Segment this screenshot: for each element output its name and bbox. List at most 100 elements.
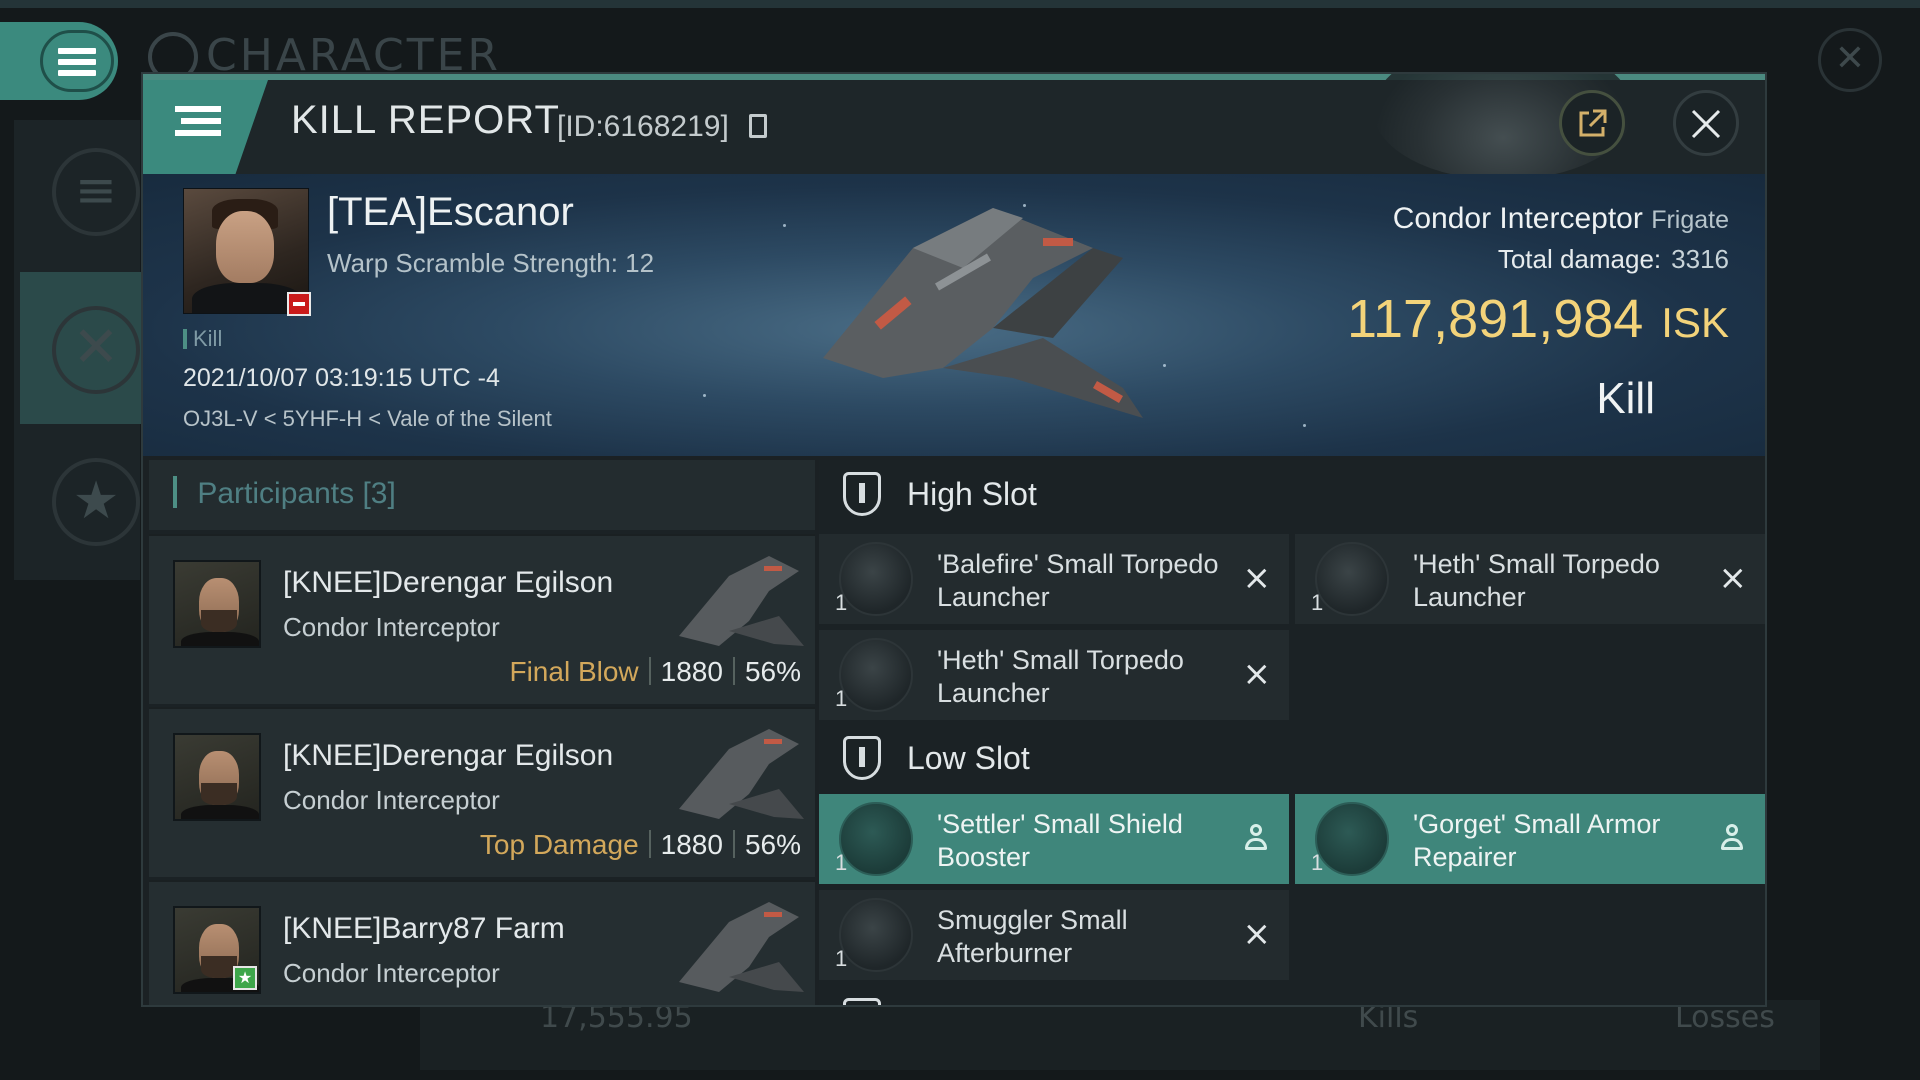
final-blow-tag: Final Blow	[509, 656, 639, 687]
participant-name: [KNEE]Derengar Egilson	[283, 739, 614, 772]
victim-ship-image	[823, 208, 1143, 418]
participant-ship: Condor Interceptor	[283, 958, 500, 988]
share-button[interactable]	[1559, 90, 1625, 156]
banner-star	[783, 224, 786, 227]
module-quantity: 1	[1311, 850, 1324, 875]
participants-title-text: Participants	[197, 477, 355, 510]
participants-header: Participants [3]	[149, 460, 815, 530]
banner-star	[703, 394, 706, 397]
low-slot-label: Low Slot	[907, 740, 1030, 776]
participant-ship-image	[679, 902, 804, 992]
mid-slot-icon	[843, 998, 881, 1005]
total-damage: Total damage: 3316	[1498, 244, 1729, 275]
module-item[interactable]: 1 'Balefire' Small Torpedo Launcher ×	[819, 534, 1289, 624]
participants-panel[interactable]: Participants [3] [KNEE]Derengar Egilson …	[149, 460, 815, 1005]
module-name: 'Gorget' Small Armor Repairer	[1413, 809, 1661, 872]
kill-report-modal: KILL REPORT [ID:6168219] [TEA]Escanor Wa…	[141, 72, 1767, 1007]
afterburner-icon	[839, 898, 913, 972]
hostile-badge-icon	[287, 292, 311, 316]
module-quantity: 1	[835, 850, 848, 875]
module-item[interactable]: 1 'Settler' Small Shield Booster	[819, 794, 1289, 884]
mid-slot-header	[819, 986, 1765, 1005]
participant-damage: 1880	[660, 829, 723, 860]
participant-ship-image	[679, 556, 804, 646]
torpedo-launcher-icon	[839, 542, 913, 616]
kill-type-label: Kill	[1596, 374, 1655, 423]
armor-repairer-icon	[1315, 802, 1389, 876]
background-top-bar	[0, 0, 1920, 8]
kill-tag: Kill	[183, 326, 222, 352]
external-link-icon	[1579, 109, 1607, 137]
module-item[interactable]: 1 Smuggler Small Afterburner ×	[819, 890, 1289, 980]
destroyed-x-icon: ×	[1242, 654, 1272, 694]
ship-name-text: Condor Interceptor	[1392, 202, 1643, 235]
module-item[interactable]: 1 'Heth' Small Torpedo Launcher ×	[1295, 534, 1765, 624]
participant-percent: 56%	[744, 829, 801, 860]
main-menu-button[interactable]	[0, 22, 118, 100]
isk-unit: ISK	[1661, 299, 1729, 346]
module-name: 'Balefire' Small Torpedo Launcher	[937, 549, 1219, 612]
participant-name: [KNEE]Derengar Egilson	[283, 566, 614, 599]
participant-avatar[interactable]	[173, 733, 261, 821]
participant-stats: Top Damage 1880 56%	[480, 829, 801, 861]
participant-ship: Condor Interceptor	[283, 785, 500, 815]
kill-datetime: 2021/10/07 03:19:15 UTC -4	[183, 364, 500, 392]
low-slot-header: Low Slot	[819, 724, 1765, 794]
participant-damage: 1880	[660, 656, 723, 687]
victim-ship-name[interactable]: Condor Interceptor Frigate	[1393, 202, 1729, 236]
top-damage-tag: Top Damage	[479, 829, 639, 860]
module-quantity: 1	[1311, 590, 1324, 615]
high-slot-icon	[843, 472, 881, 516]
copy-icon[interactable]	[749, 114, 767, 138]
background-close-icon: ✕	[1818, 28, 1882, 92]
ship-class: Frigate	[1651, 206, 1729, 234]
destroyed-x-icon: ×	[1718, 558, 1748, 598]
dropped-person-icon	[1245, 824, 1267, 852]
participant-row[interactable]: ★ [KNEE]Barry87 Farm Condor Interceptor	[149, 880, 815, 1005]
module-name: Smuggler Small Afterburner	[937, 905, 1128, 968]
isk-value: 117,891,984 ISK	[1347, 288, 1729, 350]
ship-silhouette	[823, 208, 1143, 418]
isk-amount: 117,891,984	[1347, 289, 1644, 349]
module-item[interactable]: 1 'Heth' Small Torpedo Launcher ×	[819, 630, 1289, 720]
high-slot-header: High Slot	[819, 460, 1765, 530]
participant-row[interactable]: [KNEE]Derengar Egilson Condor Intercepto…	[149, 534, 815, 704]
victim-banner: [TEA]Escanor Warp Scramble Strength: 12 …	[143, 174, 1765, 456]
kill-id: [ID:6168219]	[557, 110, 729, 143]
module-name: 'Heth' Small Torpedo Launcher	[1413, 549, 1660, 612]
dropped-person-icon	[1721, 824, 1743, 852]
destroyed-x-icon: ×	[1242, 914, 1272, 954]
torpedo-launcher-icon	[839, 638, 913, 712]
fitting-panel[interactable]: High Slot 1 'Balefire' Small Torpedo Lau…	[819, 460, 1765, 1005]
destroyed-x-icon: ×	[1242, 558, 1272, 598]
low-slot-icon	[843, 736, 881, 780]
total-damage-label: Total damage:	[1497, 244, 1662, 274]
modal-header: KILL REPORT [ID:6168219]	[143, 74, 1765, 180]
hamburger-icon	[58, 48, 96, 81]
participant-name: [KNEE]Barry87 Farm	[283, 912, 565, 945]
torpedo-launcher-icon	[1315, 542, 1389, 616]
participant-stats: Final Blow 1880 56%	[509, 656, 801, 688]
modal-title: KILL REPORT	[291, 98, 560, 142]
module-name: 'Heth' Small Torpedo Launcher	[937, 645, 1184, 708]
background-list-icon: ≡	[52, 148, 140, 236]
participant-ship-image	[679, 729, 804, 819]
close-button[interactable]	[1673, 90, 1739, 156]
module-item[interactable]: 1 'Gorget' Small Armor Repairer	[1295, 794, 1765, 884]
modal-menu-button[interactable]	[143, 80, 268, 174]
ally-star-icon: ★	[233, 966, 257, 990]
module-quantity: 1	[835, 946, 848, 971]
shield-booster-icon	[839, 802, 913, 876]
participant-ship: Condor Interceptor	[283, 612, 500, 642]
victim-name[interactable]: [TEA]Escanor	[327, 190, 574, 235]
module-quantity: 1	[835, 686, 848, 711]
background-star-icon: ★	[52, 458, 140, 546]
kill-location[interactable]: OJ3L-V < 5YHF-H < Vale of the Silent	[183, 406, 552, 432]
participant-row[interactable]: [KNEE]Derengar Egilson Condor Intercepto…	[149, 707, 815, 877]
background-swords-icon: ✕	[52, 306, 140, 394]
warp-scramble-strength: Warp Scramble Strength: 12	[327, 248, 655, 278]
banner-star	[1303, 424, 1306, 427]
high-slot-label: High Slot	[907, 476, 1037, 512]
participant-avatar[interactable]	[173, 560, 261, 648]
close-icon	[1691, 109, 1721, 139]
